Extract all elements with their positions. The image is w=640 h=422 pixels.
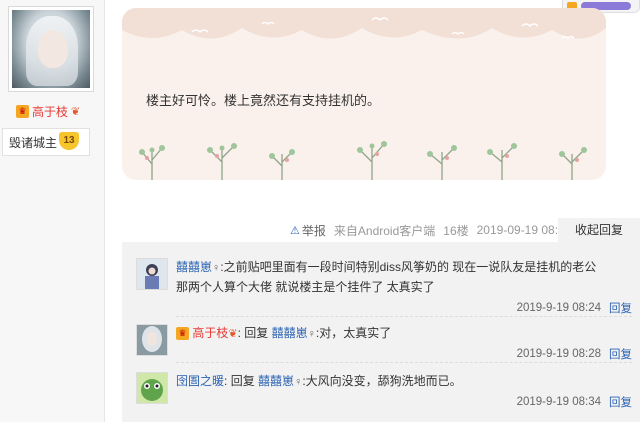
reply-time: 2019-9-19 08:34 — [516, 396, 601, 408]
reply-time: 2019-9-19 08:24 — [516, 302, 601, 314]
reply-meta: 2019-9-19 08:28 回复 — [517, 346, 632, 362]
reply-text-continued: 那两个人算个大佬 就说楼主是个挂件了 太真实了 — [176, 280, 435, 294]
rank-level-badge: 13 — [59, 132, 79, 150]
reply-username[interactable]: 囹圄之暖 — [176, 374, 224, 388]
reply-target-user[interactable]: 囍囍崽 — [272, 326, 308, 340]
reply-body: 囍囍崽♀:之前贴吧里面有一段时间特别diss风筝奶的 现在一说队友是挂机的老公 … — [176, 258, 632, 297]
reply-avatar[interactable] — [136, 324, 168, 356]
post-text: 楼主好可怜。楼上竟然还有支持挂机的。 — [146, 93, 381, 108]
reply-text: :大风向没变，舔狗洗地而已。 — [302, 374, 462, 388]
reply-divider — [176, 316, 632, 317]
trees-decoration — [139, 141, 587, 180]
reply-body: ♛ 高于枝❦: 回复 囍囍崽♀:对，太真实了 — [176, 324, 632, 344]
member-crown-icon: ♛ — [16, 105, 29, 118]
member-crown-icon: ♛ — [176, 327, 189, 341]
report-link[interactable]: ⚠ 举报 — [290, 222, 326, 239]
reply-button[interactable]: 回复 — [609, 394, 632, 410]
maple-leaf-icon: ❦ — [71, 106, 81, 118]
birds-decoration — [122, 8, 606, 40]
reply-username[interactable]: 囍囍崽 — [176, 260, 212, 274]
rank-name: 毁诸城主 — [9, 135, 58, 150]
reply-meta: 2019-9-19 08:24 回复 — [517, 300, 632, 316]
sidebar-username[interactable]: 高于枝 — [32, 103, 68, 120]
reply-divider — [176, 362, 632, 363]
reply-meta: 2019-9-19 08:34 回复 — [517, 394, 632, 410]
report-label: 举报 — [301, 223, 326, 238]
maple-leaf-icon: ❦ — [228, 328, 238, 340]
reply-button[interactable]: 回复 — [609, 346, 632, 362]
user-sidebar: ♛ 高于枝 ❦ 毁诸城主 13 — [0, 0, 105, 422]
reply-avatar[interactable] — [136, 372, 168, 404]
post-content-card: 楼主好可怜。楼上竟然还有支持挂机的。 — [122, 8, 606, 180]
reply-text: :之前贴吧里面有一段时间特别diss风筝奶的 现在一说队友是挂机的老公 — [220, 260, 597, 274]
reply-target-user[interactable]: 囍囍崽 — [258, 374, 294, 388]
reply-prefix: 回复 — [230, 374, 255, 388]
warning-icon: ⚠ — [290, 224, 300, 237]
collapse-replies-button[interactable]: 收起回复 — [558, 218, 640, 242]
user-avatar[interactable] — [8, 6, 94, 92]
member-icon: ♀ — [307, 328, 316, 340]
rank-box[interactable]: 毁诸城主 13 — [2, 128, 90, 156]
post-floor: 16楼 — [443, 223, 469, 238]
reply-prefix: 回复 — [244, 326, 269, 340]
reply-body: 囹圄之暖: 回复 囍囍崽♀:大风向没变，舔狗洗地而已。 — [176, 374, 462, 388]
post-source: 来自Android客户端 — [333, 223, 436, 238]
reply-username[interactable]: 高于枝 — [192, 326, 228, 340]
username-row: ♛ 高于枝 ❦ — [16, 103, 80, 120]
reply-avatar[interactable] — [136, 258, 168, 290]
reply-list: 囍囍崽♀:之前贴吧里面有一段时间特别diss风筝奶的 现在一说队友是挂机的老公 … — [122, 242, 640, 422]
reply-button[interactable]: 回复 — [609, 300, 632, 316]
post-meta-row: ⚠ 举报 来自Android客户端 16楼 2019-09-19 08:22 — [290, 218, 571, 242]
reply-text: :对，太真实了 — [315, 326, 392, 340]
reply-time: 2019-9-19 08:28 — [516, 348, 601, 360]
